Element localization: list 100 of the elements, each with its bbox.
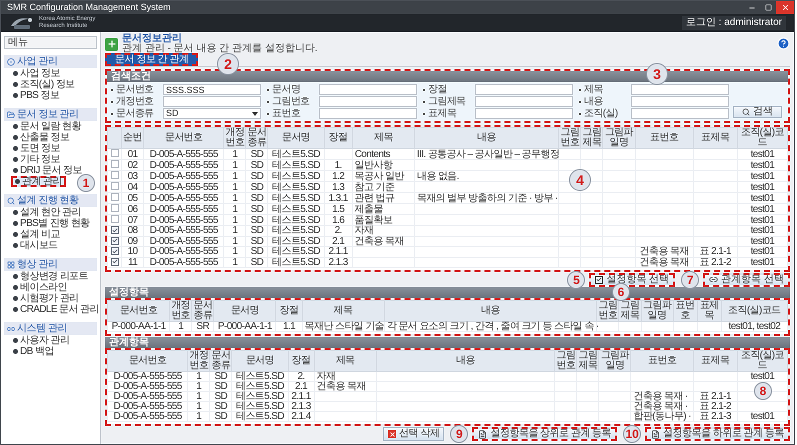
input-field[interactable] (631, 108, 729, 119)
menu-item[interactable]: CRADLE 문서 관리 (11, 304, 101, 315)
column-header: 문서명 (230, 305, 259, 316)
menu-item[interactable]: PBS 정보 (11, 90, 62, 101)
menu-item[interactable]: 기타 정보 (11, 154, 62, 165)
table-cell: SD (214, 381, 228, 392)
input-field[interactable] (163, 96, 261, 107)
menu-item[interactable]: 산출물 정보 (11, 132, 72, 143)
checkbox[interactable] (110, 226, 119, 234)
table-cell: 10 (128, 246, 138, 258)
bullet-icon (13, 71, 18, 76)
table-cell: 테스트5.SD (272, 148, 320, 160)
checkbox[interactable] (110, 204, 119, 212)
table-cell: 1 (232, 204, 238, 214)
table-cell: 2.1.3 (291, 401, 311, 412)
menu-group-header[interactable]: 문서 정보 관리 (4, 108, 97, 121)
menu-item[interactable]: 조직(실) 정보 (11, 79, 77, 90)
menu-item[interactable]: 설계 비교 (11, 229, 62, 240)
table-cell: 건축용 목재 · (633, 391, 688, 402)
menu-item[interactable]: DRIJ 문서 정보 (11, 165, 84, 176)
menu-item[interactable]: 관계 관리 (11, 176, 66, 187)
table-cell: 표 2.1-1 (700, 246, 731, 258)
input-field[interactable] (475, 108, 573, 119)
table-cell: 1 (232, 148, 238, 160)
menu-item[interactable]: 문서 일람 현황 (11, 121, 83, 132)
table-cell: 2.1.1 (328, 246, 348, 258)
input-field[interactable] (319, 108, 417, 119)
checkbox[interactable] (110, 160, 119, 168)
column-header: 문서명 (246, 355, 274, 366)
menu-item[interactable]: DB 백업 (11, 346, 56, 357)
table-cell: 건축용 목재 (316, 381, 366, 392)
input-field[interactable]: SSS.SSS (163, 84, 261, 95)
menu-item[interactable]: 베이스라인 (11, 282, 70, 293)
table-cell: 1 (232, 246, 238, 258)
table-cell: 테스트5.SD (272, 214, 320, 226)
bullet-icon (13, 135, 18, 140)
table-cell: D-005-A-555-555 (150, 148, 218, 160)
table-cell: 05 (128, 192, 138, 204)
field-label: 그림제목 (428, 96, 467, 106)
table-cell: D-005-A-555-555 (113, 401, 182, 412)
table-cell: D-005-A-555-555 (150, 256, 218, 268)
table-cell: 건축용 목재 (639, 246, 689, 258)
input-field[interactable] (319, 96, 417, 107)
input-field[interactable] (631, 84, 729, 95)
bullet-icon (13, 338, 18, 343)
column-header: 문서종류 (193, 300, 212, 321)
checkbox[interactable] (110, 149, 119, 157)
menu-item[interactable]: 도면 정보 (11, 143, 62, 154)
menu-item[interactable]: PBS별 진행 현황 (11, 218, 92, 229)
checkbox[interactable] (110, 171, 119, 179)
table-cell: SD (250, 214, 264, 226)
table-cell: SD (250, 204, 264, 214)
column-header: 그림파일명 (642, 300, 672, 321)
input-field[interactable] (319, 84, 417, 95)
menu-group-header[interactable]: 형상 관리 (4, 258, 97, 271)
table-cell: SD (250, 225, 264, 236)
input-field[interactable] (475, 96, 573, 107)
column-header: 표제목 (700, 300, 719, 321)
column-header: 순번 (123, 132, 142, 143)
table-cell: 03 (128, 170, 138, 182)
action-button[interactable]: 설정항목을 상위로 관계 등록 (472, 427, 618, 441)
table-cell: 테스트5.SD (236, 411, 284, 422)
field-label: 장절 (428, 84, 448, 94)
menu-item[interactable]: 시험평가 관리 (11, 293, 81, 304)
bullet-icon (13, 93, 18, 98)
field-label: 문서종류 (116, 108, 155, 118)
menu-group-header[interactable]: 시스템 관리 (4, 322, 97, 335)
menu-item[interactable]: 형상변경 리포트 (11, 271, 90, 282)
menu-group-header[interactable]: 설계 진행 현황 (4, 194, 97, 207)
menu-item[interactable]: 사업 정보 (11, 68, 62, 79)
table-cell: 테스트5.SD (236, 401, 284, 412)
input-field[interactable] (475, 84, 573, 95)
action-button[interactable]: 관계항목 선택 (703, 272, 790, 286)
help-icon[interactable] (777, 37, 790, 50)
step-marker: 10 (623, 425, 642, 443)
table-cell: test01 (750, 182, 774, 192)
checkbox[interactable] (110, 247, 119, 255)
menu-group-header[interactable]: 사업 관리 (4, 55, 97, 68)
search-button[interactable]: 검색 (733, 106, 782, 118)
column-header: 장절 (328, 132, 348, 143)
bullet-icon (13, 146, 18, 151)
table-cell: 내용 없음. (416, 170, 459, 182)
step-marker: 7 (681, 270, 700, 288)
action-button[interactable]: 설정항목 선택 (589, 272, 676, 286)
table-cell: 테스트5.SD (272, 192, 320, 204)
bullet-icon (13, 296, 18, 301)
close-icon[interactable] (776, 1, 794, 14)
table-cell: 1 (232, 225, 238, 236)
checkbox[interactable] (110, 215, 119, 223)
tab[interactable]: 문서 정보 간 관계 (105, 53, 198, 66)
type-dropdown[interactable]: SD (163, 108, 261, 119)
column-header: 그림파일명 (604, 127, 634, 148)
menu-item[interactable]: 설계 현안 관리 (11, 207, 83, 218)
checkbox[interactable] (110, 182, 119, 190)
menu-item[interactable]: 대시보드 (11, 240, 60, 251)
action-button[interactable]: 선택 삭제 (383, 427, 444, 441)
menu-item[interactable]: 사용자 관리 (11, 335, 72, 346)
input-field[interactable] (631, 96, 729, 107)
action-button[interactable]: 설정항목을 하위로 관계 등록 (645, 427, 790, 441)
checkbox[interactable] (110, 193, 119, 201)
